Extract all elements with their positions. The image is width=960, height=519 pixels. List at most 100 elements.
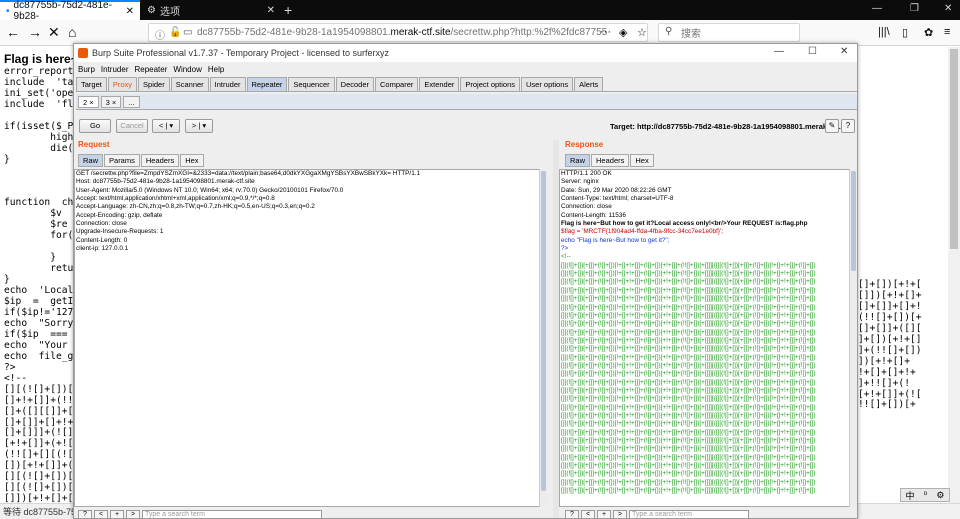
stop-icon[interactable]: ✕ [48,24,60,41]
request-scrollbar[interactable] [539,169,547,507]
menu-window[interactable]: Window [173,65,201,74]
burp-maximize-button[interactable]: ☐ [808,46,817,57]
response-search-input[interactable]: Type a search term [629,510,749,518]
more-icon[interactable]: ··· [600,26,611,38]
history-forward-button[interactable]: > | ▾ [185,119,213,133]
ime-lang-icon[interactable]: 中 [906,489,915,502]
burp-tab-sequencer[interactable]: Sequencer [288,77,335,91]
close-icon[interactable]: ✕ [126,6,134,17]
burp-close-button[interactable]: ✕ [840,46,848,57]
info-icon[interactable]: ⓘ [155,27,165,41]
next-match-icon[interactable]: > [126,510,140,518]
close-window-button[interactable]: ✕ [944,3,952,14]
burp-minimize-button[interactable]: — [774,46,784,57]
library-icon[interactable]: |||\ [878,26,890,38]
new-tab-button[interactable]: + [284,2,292,18]
response-scrollbar[interactable] [849,169,857,507]
forward-arrow-icon[interactable]: → [28,24,42,40]
response-jsfuck-line: [][(![]+[])[+[]]+(![]+[])[!+[]+!+[]]+(![… [561,470,816,478]
browser-tab-bar: • dc87755b-75d2-481e-9b28- ✕ ⚙ 选项 ✕ + — … [0,0,960,22]
browser-tab-active[interactable]: • dc87755b-75d2-481e-9b28- ✕ [0,0,140,22]
close-icon[interactable]: ✕ [267,5,275,16]
response-tab-raw[interactable]: Raw [565,154,591,167]
burp-tab-target[interactable]: Target [76,77,107,91]
cancel-button[interactable]: Cancel [116,119,148,133]
response-jsfuck-line: [][(![]+[])[+[]]+(![]+[])[!+[]+!+[]]+(![… [561,353,816,361]
response-php-close: ?> [561,245,569,253]
help-icon[interactable]: ? [78,510,92,518]
burp-tab-alerts[interactable]: Alerts [574,77,604,91]
request-tab-headers[interactable]: Headers [140,154,180,167]
request-line: Accept-Encoding: gzip, deflate [76,211,163,219]
request-view-tabs: Raw Params Headers Hex [78,154,204,167]
burp-tab-intruder[interactable]: Intruder [209,77,246,91]
repeater-tab-more[interactable]: ... [123,95,140,108]
burp-tab-comparer[interactable]: Comparer [375,77,419,91]
page-scrollbar[interactable] [948,47,960,509]
menu-repeater[interactable]: Repeater [134,65,167,74]
response-jsfuck-line: [][(![]+[])[+[]]+(![]+[])[!+[]+!+[]]+(![… [561,336,816,344]
response-jsfuck-line: [][(![]+[])[+[]]+(![]+[])[!+[]+!+[]]+(![… [561,411,816,419]
add-icon[interactable]: + [597,510,611,518]
page-scrollbar-thumb[interactable] [950,49,958,249]
restore-button[interactable]: ❐ [910,3,919,14]
edit-target-icon[interactable]: ✎ [825,119,839,133]
repeater-tab-3[interactable]: 3 × [100,95,122,108]
extension-icon[interactable]: ✿ [924,26,933,39]
tab-label: dc87755b-75d2-481e-9b28- [13,0,112,22]
burp-tab-project-options[interactable]: Project options [460,77,521,91]
response-jsfuck-line: [][(![]+[])[+[]]+(![]+[])[!+[]+!+[]]+(![… [561,378,816,386]
menu-intruder[interactable]: Intruder [101,65,129,74]
request-editor[interactable]: GET /secrettw.php?file=ZmpdYSZmXGI=&2333… [74,169,547,507]
minimize-button[interactable]: — [872,3,882,14]
burp-tab-repeater[interactable]: Repeater [246,77,288,91]
url-domain: merak-ctf.site [390,27,451,38]
burp-tab-scanner[interactable]: Scanner [170,77,209,91]
help-icon[interactable]: ? [841,119,855,133]
ime-toolbar[interactable]: 中 ⁰ ⚙ [900,488,950,502]
response-editor[interactable]: HTTP/1.1 200 OK Server: nginx Date: Sun, 2… [559,169,857,507]
previous-match-icon[interactable]: < [94,510,108,518]
request-title: Request [78,140,110,149]
browser-tab-options[interactable]: ⚙ 选项 ✕ [141,0,281,20]
sidebar-icon[interactable]: ▯ [902,26,908,39]
burp-tab-extender[interactable]: Extender [419,77,460,91]
response-tab-hex[interactable]: Hex [630,154,654,167]
insecure-lock-icon[interactable]: 🔓 [169,27,181,38]
url-bar[interactable]: ⓘ 🔓 ▭ dc87755b-75d2-481e-9b28-1a19540988… [148,23,648,42]
history-back-button[interactable]: < | ▾ [152,119,180,133]
ime-punct-icon[interactable]: ⁰ [924,490,928,501]
search-input[interactable]: ⚲ 搜索 [658,23,800,42]
menu-icon[interactable]: ≡ [944,26,950,38]
previous-match-icon[interactable]: < [581,510,595,518]
burp-tab-user-options[interactable]: User options [521,77,574,91]
response-jsfuck-line: [][(![]+[])[+[]]+(![]+[])[!+[]+!+[]]+(![… [561,428,816,436]
response-scrollbar-thumb[interactable] [851,171,856,271]
ime-settings-icon[interactable]: ⚙ [936,490,944,501]
burp-tab-proxy[interactable]: Proxy [107,77,138,91]
request-tab-params[interactable]: Params [104,154,140,167]
status-text: 等待 dc87755b-75d [3,507,82,517]
bookmark-star-icon[interactable]: ☆ [637,26,647,39]
request-scrollbar-thumb[interactable] [541,171,546,491]
tab-label: 选项 [159,6,180,18]
request-tab-raw[interactable]: Raw [78,154,104,167]
next-match-icon[interactable]: > [613,510,627,518]
menu-help[interactable]: Help [208,65,224,74]
go-button[interactable]: Go [79,119,111,133]
burp-tab-spider[interactable]: Spider [138,77,170,91]
repeater-tab-2[interactable]: 2 × [78,95,99,108]
response-tab-headers[interactable]: Headers [591,154,630,167]
home-icon[interactable]: ⌂ [68,24,76,40]
back-arrow-icon[interactable]: ← [6,24,20,40]
response-jsfuck-line: [][(![]+[])[+[]]+(![]+[])[!+[]+!+[]]+(![… [561,303,816,311]
url-prefix: dc87755b-75d2-481e-9b28-1a1954098801. [197,27,391,38]
request-line: client-ip: 127.0.0.1 [76,245,129,253]
help-icon[interactable]: ? [565,510,579,518]
add-icon[interactable]: + [110,510,124,518]
burp-tab-decoder[interactable]: Decoder [335,77,375,91]
request-tab-hex[interactable]: Hex [180,154,204,167]
request-search-input[interactable]: Type a search term [142,510,322,518]
menu-burp[interactable]: Burp [78,65,95,74]
pocket-icon[interactable]: ◈ [619,26,627,39]
